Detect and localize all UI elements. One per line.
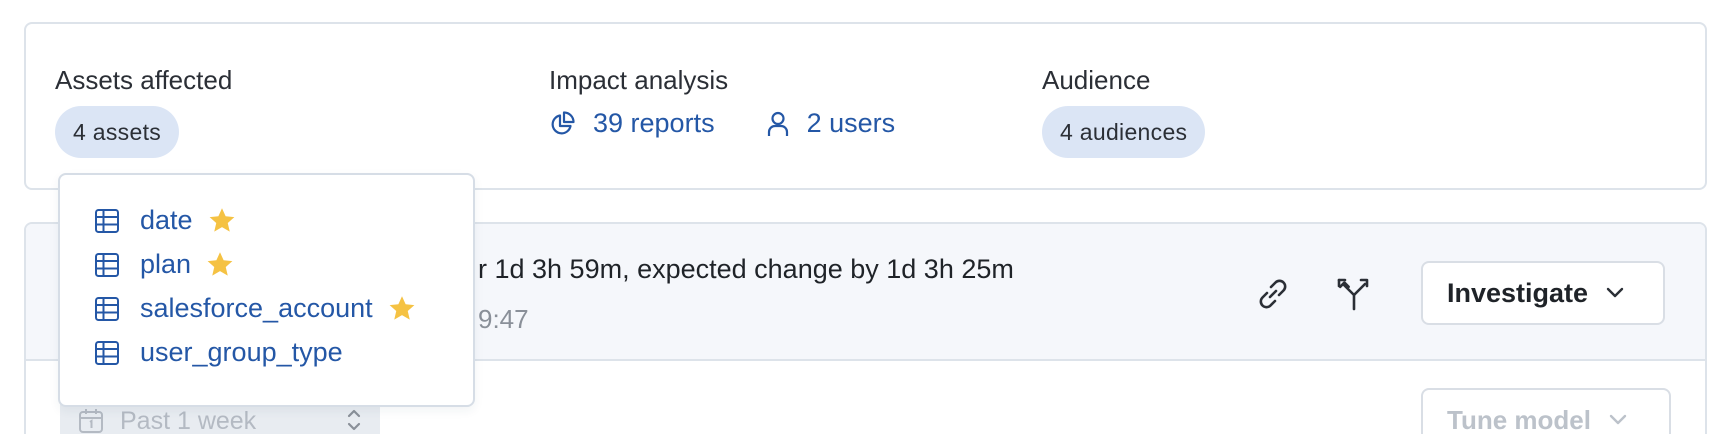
sort-arrows-icon <box>347 409 361 431</box>
pie-chart-icon <box>551 110 575 134</box>
asset-name: user_group_type <box>140 337 343 367</box>
incident-time: 9:47 <box>478 304 529 334</box>
assets-affected-section: Assets affected 4 assets <box>55 64 232 158</box>
reports-count: 39 reports <box>593 108 715 138</box>
star-icon <box>389 295 415 320</box>
calendar-icon <box>79 409 103 433</box>
assets-affected-title: Assets affected <box>55 65 233 95</box>
investigate-button[interactable]: Investigate <box>1421 261 1665 325</box>
table-icon <box>95 296 119 321</box>
assets-pill[interactable]: 4 assets <box>55 106 180 158</box>
investigate-label: Investigate <box>1447 277 1589 308</box>
audience-section: Audience 4 audiences <box>1042 64 1206 158</box>
time-range-label: Past 1 week <box>120 406 257 434</box>
asset-item[interactable]: date <box>94 205 237 236</box>
asset-name: salesforce_account <box>140 293 373 323</box>
asset-item[interactable]: salesforce_account <box>94 293 417 324</box>
asset-item[interactable]: plan <box>94 249 235 280</box>
incident-title: r 1d 3h 59m, expected change by 1d 3h 25… <box>478 254 1014 284</box>
asset-name: plan <box>140 249 192 279</box>
users-count: 2 users <box>806 108 896 138</box>
chevron-down-icon <box>1609 414 1627 425</box>
impact-analysis-title: Impact analysis <box>549 65 729 95</box>
table-icon <box>95 252 119 277</box>
branch-icon <box>1337 278 1369 311</box>
tune-model-label: Tune model <box>1447 404 1591 434</box>
users-link[interactable]: 2 users <box>767 108 896 139</box>
audiences-pill[interactable]: 4 audiences <box>1042 106 1206 158</box>
link-icon <box>1259 279 1287 309</box>
impact-links: 39 reports 2 users <box>549 108 895 139</box>
impact-analysis-section: Impact analysis 39 reports 2 users <box>549 64 895 139</box>
assets-popover: date plan salesforce_account user_group_… <box>58 173 475 407</box>
star-icon <box>207 251 233 276</box>
tune-model-button[interactable]: Tune model <box>1421 388 1671 434</box>
table-icon <box>95 340 119 365</box>
chevron-down-icon <box>1606 287 1624 298</box>
lineage-button[interactable] <box>1334 274 1374 314</box>
audience-title: Audience <box>1042 65 1151 95</box>
copy-link-button[interactable] <box>1253 274 1293 314</box>
asset-item[interactable]: user_group_type <box>94 337 343 368</box>
asset-name: date <box>140 205 193 235</box>
summary-card: Assets affected 4 assets Impact analysis… <box>24 22 1707 190</box>
table-icon <box>95 208 119 233</box>
user-icon <box>767 111 788 136</box>
star-icon <box>209 207 234 232</box>
reports-link[interactable]: 39 reports <box>549 108 715 139</box>
